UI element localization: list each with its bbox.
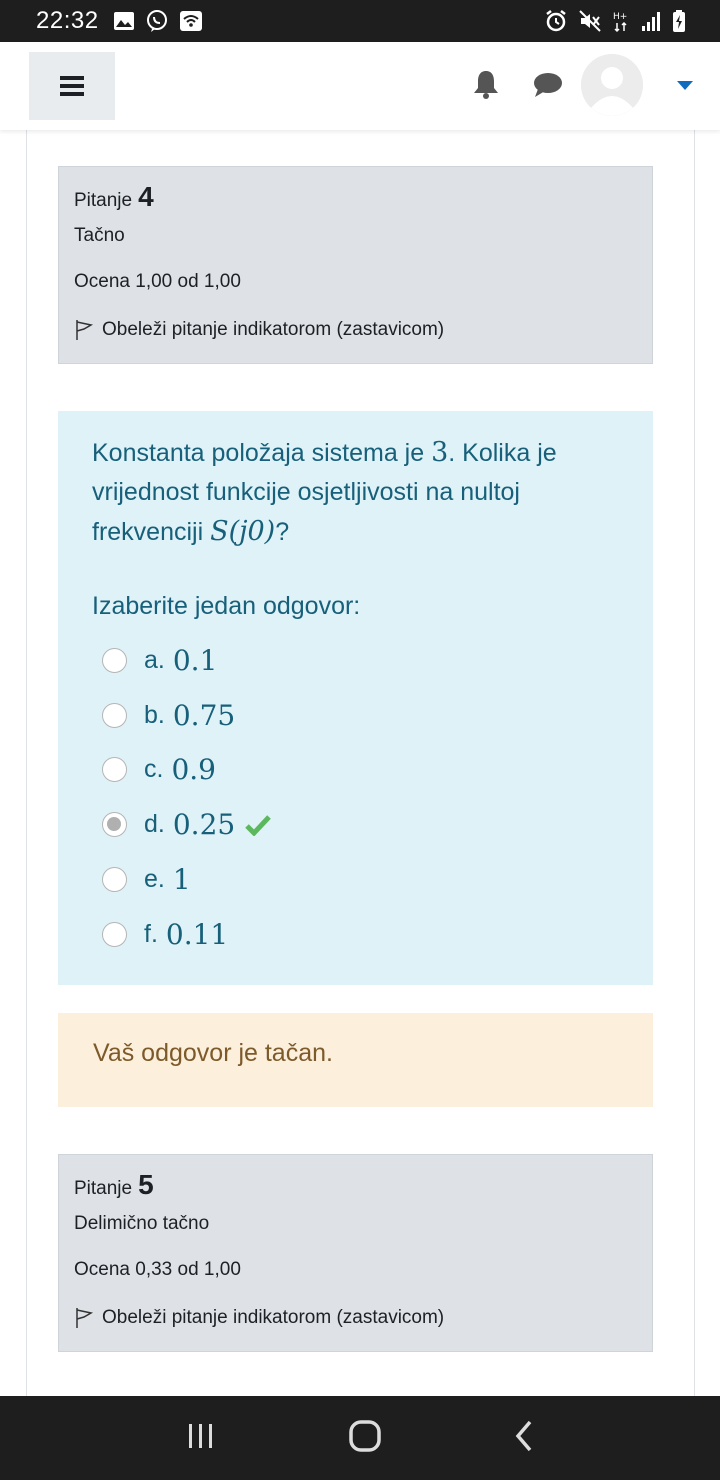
answer-value: 0.11 (165, 917, 229, 951)
answer-option-a[interactable]: a. 0.1 (92, 633, 619, 688)
question-text-part: ? (275, 518, 290, 546)
answer-prompt: Izaberite jedan odgovor: (92, 592, 361, 620)
viber-icon (146, 10, 167, 32)
signal-icon (642, 12, 660, 31)
alarm-icon (546, 10, 566, 32)
system-nav-bar (0, 1396, 720, 1480)
notifications-button[interactable] (472, 69, 500, 104)
math-s-j0: S(j0) (210, 516, 276, 547)
answer-radio[interactable] (102, 921, 127, 947)
answer-letter: a. (144, 645, 165, 674)
app-navbar (0, 42, 720, 130)
user-avatar[interactable] (581, 54, 643, 116)
question-number-value: 4 (138, 181, 154, 212)
question-text-part: Konstanta položaja sistema je (92, 439, 432, 467)
math-kp: 3 (431, 437, 449, 468)
answer-letter: f. (144, 919, 158, 948)
user-menu-toggle[interactable] (677, 78, 693, 96)
answer-letter: d. (144, 810, 165, 839)
bell-icon (474, 71, 498, 99)
answer-radio-selected[interactable] (102, 812, 127, 838)
gallery-icon (113, 12, 134, 30)
network-hplus-icon: H+ (613, 12, 627, 33)
battery-charging-icon (673, 10, 685, 32)
question-number-value: 5 (138, 1169, 154, 1200)
question-4-info: Pitanje 4 Tačno Ocena 1,00 od 1,00 Obele… (58, 166, 653, 364)
home-icon (349, 1419, 381, 1452)
question-5-info: Pitanje 5 Delimično tačno Ocena 0,33 od … (58, 1154, 653, 1352)
chat-icon (534, 73, 562, 97)
question-state: Delimično tačno (74, 1213, 210, 1234)
flag-icon (76, 1308, 94, 1328)
svg-text:H+: H+ (613, 12, 627, 22)
answer-value: 0.25 (172, 808, 236, 842)
answer-value: 1 (172, 863, 191, 897)
back-icon (515, 1420, 531, 1451)
wifi-badge-icon (179, 11, 202, 31)
recent-apps-icon (189, 1423, 213, 1448)
answer-letter: e. (144, 865, 165, 894)
question-number: Pitanje 5 (74, 1169, 637, 1201)
answer-radio[interactable] (102, 757, 127, 783)
answer-radio[interactable] (102, 867, 127, 893)
flag-icon (76, 320, 94, 340)
answer-option-d[interactable]: d. 0.25 (92, 797, 619, 852)
status-time: 22:32 (36, 7, 99, 34)
question-state: Tačno (74, 225, 125, 246)
flag-question-link[interactable]: Obeleži pitanje indikatorom (zastavicom) (74, 1305, 637, 1331)
home-button[interactable] (349, 1419, 381, 1457)
answer-option-b[interactable]: b. 0.75 (92, 688, 619, 743)
question-text: Konstanta položaja sistema je 3. Kolika … (92, 433, 619, 552)
answer-value: 0.9 (171, 753, 216, 787)
question-formulation: Konstanta položaja sistema je 3. Kolika … (58, 411, 653, 985)
menu-button[interactable] (29, 52, 115, 120)
back-button[interactable] (514, 1420, 534, 1457)
answer-radio[interactable] (102, 647, 127, 673)
status-bar: 22:32 H+ (0, 0, 720, 42)
flag-question-label: Obeleži pitanje indikatorom (zastavicom) (102, 1307, 445, 1328)
answer-list: a. 0.1 b. 0.75 c. 0.9 d. 0.25 e. 1 f. 0.11 (92, 633, 619, 962)
menu-icon (60, 76, 84, 96)
messages-button[interactable] (532, 72, 564, 103)
answer-radio[interactable] (102, 702, 127, 728)
question-number: Pitanje 4 (74, 181, 637, 213)
question-label: Pitanje (74, 1178, 133, 1199)
answer-feedback: Vaš odgovor je tačan. (58, 1013, 653, 1107)
caret-down-icon (677, 81, 693, 90)
answer-letter: b. (144, 700, 165, 729)
answer-value: 0.1 (172, 643, 218, 677)
flag-question-label: Obeleži pitanje indikatorom (zastavicom) (102, 319, 445, 340)
answer-option-e[interactable]: e. 1 (92, 852, 619, 907)
mute-icon (579, 10, 601, 32)
answer-letter: c. (144, 755, 164, 784)
question-grade: Ocena 0,33 od 1,00 (74, 1259, 241, 1280)
question-label: Pitanje (74, 190, 133, 211)
recent-apps-button[interactable] (186, 1421, 216, 1456)
answer-value: 0.75 (172, 698, 236, 732)
answer-option-c[interactable]: c. 0.9 (92, 743, 619, 798)
flag-question-link[interactable]: Obeleži pitanje indikatorom (zastavicom) (74, 317, 637, 343)
check-icon (245, 814, 272, 836)
question-grade: Ocena 1,00 od 1,00 (74, 271, 241, 292)
answer-option-f[interactable]: f. 0.11 (92, 907, 619, 962)
avatar-icon (581, 54, 643, 116)
